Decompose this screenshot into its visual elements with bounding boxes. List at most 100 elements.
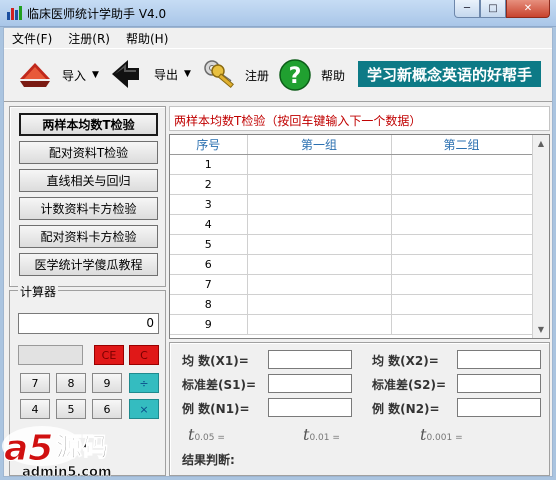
t-critical-005: t0.05 = [188,425,225,444]
table-row: 7 [170,274,533,295]
calc-key-7[interactable]: 7 [20,373,50,393]
group1-cell[interactable] [247,174,392,195]
group2-cell[interactable] [391,154,533,175]
mean2-field[interactable] [457,350,541,369]
table-row: 9 [170,314,533,335]
n1-field[interactable] [268,398,352,417]
window-title: 临床医师统计学助手 V4.0 [27,7,167,21]
test-caption: 两样本均数T检验（按回车键输入下一个数据） [169,106,550,131]
group2-cell[interactable] [391,314,533,335]
minimize-button[interactable]: ─ [454,0,480,18]
table-row: 2 [170,174,533,195]
table-row: 6 [170,254,533,275]
row-number: 1 [170,154,248,175]
grid-scrollbar[interactable]: ▲ ▼ [532,135,549,338]
group1-cell[interactable] [247,234,392,255]
close-icon: ✕ [523,3,533,14]
column-header-index: 序号 [170,135,248,155]
maximize-icon: □ [488,3,498,14]
data-grid[interactable]: 序号 第一组 第二组 1 2 3 4 5 6 7 8 9 ▲ ▼ [169,134,550,339]
group1-cell[interactable] [247,274,392,295]
table-row: 3 [170,194,533,215]
help-button[interactable]: ? 帮助 [279,59,345,91]
sd1-field[interactable] [268,374,352,393]
calc-key-8[interactable]: 8 [56,373,86,393]
calc-key-c[interactable]: C [129,345,159,365]
export-button[interactable]: 导出 ▼ [112,59,191,89]
row-number: 9 [170,314,248,335]
register-label: 注册 [245,68,270,83]
nav-paired-t-test[interactable]: 配对资料T检验 [19,141,158,164]
row-number: 8 [170,294,248,315]
mean2-label: 均 数(X2)= [372,354,439,368]
n2-field[interactable] [457,398,541,417]
table-row: 5 [170,234,533,255]
export-arrow-icon [112,60,139,88]
app-icon [7,6,22,20]
menu-help[interactable]: 帮助(H) [118,28,176,46]
import-button[interactable]: 导入 ▼ [18,61,99,89]
help-icon: ? [279,59,311,91]
toolbar: 导入 ▼ 导出 ▼ 注册 ? 帮助 学习新概念英语的好帮手 [4,48,552,102]
result-label: 结果判断: [182,453,235,467]
menu-bar: 文件(F) 注册(R) 帮助(H) [4,28,552,46]
scroll-down-icon[interactable]: ▼ [533,321,549,338]
calculator-title: 计算器 [18,283,59,300]
group1-cell[interactable] [247,294,392,315]
maximize-button[interactable]: □ [480,0,506,18]
row-number: 5 [170,234,248,255]
table-row: 8 [170,294,533,315]
nav-chi-square-count[interactable]: 计数资料卡方检验 [19,197,158,220]
t-test-panel: 两样本均数T检验（按回车键输入下一个数据） 序号 第一组 第二组 1 2 3 4… [169,106,552,476]
watermark-logo: a5 源码 admin5.com [0,414,160,480]
calc-key-ce[interactable]: CE [94,345,124,365]
group2-cell[interactable] [391,254,533,275]
nav-two-sample-t-test[interactable]: 两样本均数T检验 [19,113,158,136]
mean1-field[interactable] [268,350,352,369]
import-label: 导入 [62,68,87,83]
scroll-up-icon[interactable]: ▲ [533,135,549,152]
register-button[interactable]: 注册 [203,59,269,91]
t-0001-label: 0.001 = [426,433,463,443]
watermark-graphic: a5 源码 admin5.com [2,426,112,480]
row-number: 3 [170,194,248,215]
menu-register[interactable]: 注册(R) [60,28,118,46]
group1-cell[interactable] [247,154,392,175]
group1-cell[interactable] [247,254,392,275]
nav-stats-tutorial[interactable]: 医学统计学傻瓜教程 [19,253,158,276]
svg-text:源码: 源码 [56,433,108,463]
group2-cell[interactable] [391,294,533,315]
nav-chi-square-paired[interactable]: 配对资料卡方检验 [19,225,158,248]
close-button[interactable]: ✕ [506,0,550,18]
sd1-label: 标准差(S1)= [182,378,257,392]
mean1-label: 均 数(X1)= [182,354,249,368]
export-dropdown-icon: ▼ [184,69,191,79]
calc-key-divide[interactable]: ÷ [129,373,159,393]
sd2-field[interactable] [457,374,541,393]
t-critical-001: t0.01 = [303,425,340,444]
group2-cell[interactable] [391,234,533,255]
n2-label: 例 数(N2)= [372,402,440,416]
column-header-group1: 第一组 [247,135,392,155]
t-001-label: 0.01 = [309,433,340,443]
group2-cell[interactable] [391,214,533,235]
calc-key-9[interactable]: 9 [92,373,122,393]
results-panel: 均 数(X1)= 均 数(X2)= 标准差(S1)= 标准差(S2)= 例 数(… [169,342,550,476]
group2-cell[interactable] [391,274,533,295]
row-number: 6 [170,254,248,275]
keys-icon [204,60,234,89]
menu-file[interactable]: 文件(F) [4,28,60,46]
nav-correlation-regression[interactable]: 直线相关与回归 [19,169,158,192]
column-header-group2: 第二组 [391,135,533,155]
group1-cell[interactable] [247,314,392,335]
group1-cell[interactable] [247,194,392,215]
table-row: 4 [170,214,533,235]
test-navigation-panel: 两样本均数T检验 配对资料T检验 直线相关与回归 计数资料卡方检验 配对资料卡方… [9,106,166,287]
ad-banner[interactable]: 学习新概念英语的好帮手 [358,61,541,87]
group2-cell[interactable] [391,174,533,195]
title-bar: 临床医师统计学助手 V4.0 ─ □ ✕ [0,0,556,27]
group2-cell[interactable] [391,194,533,215]
group1-cell[interactable] [247,214,392,235]
client-area: 文件(F) 注册(R) 帮助(H) 导入 ▼ 导出 ▼ 注册 ? 帮助 学习新概… [3,27,553,477]
n1-label: 例 数(N1)= [182,402,250,416]
